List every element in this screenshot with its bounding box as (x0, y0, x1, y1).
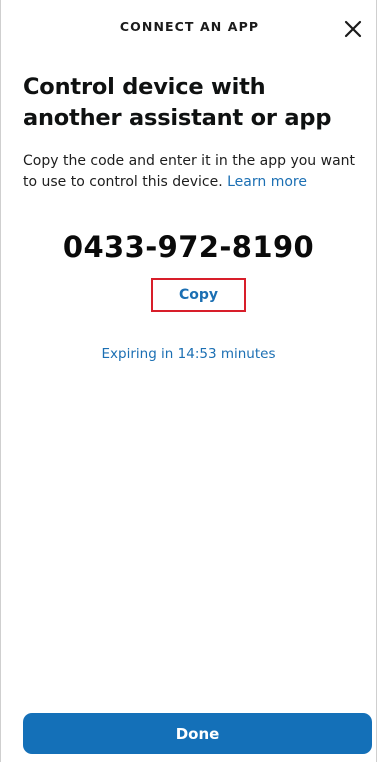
learn-more-link[interactable]: Learn more (227, 174, 307, 190)
expiry-timer: Expiring in 14:53 minutes (101, 346, 276, 362)
done-button[interactable]: Done (23, 713, 372, 754)
header: CONNECT AN APP (1, 0, 377, 58)
header-title: CONNECT AN APP (119, 19, 260, 34)
close-button[interactable] (337, 13, 369, 45)
close-icon (344, 20, 362, 38)
page-title: Control device with another assistant or… (23, 74, 332, 131)
connect-app-screen: CONNECT AN APP Control device with anoth… (0, 0, 377, 762)
connection-code: 0433-972-8190 (62, 230, 315, 264)
copy-button[interactable]: Copy (151, 278, 246, 312)
description: Copy the code and enter it in the app yo… (23, 151, 358, 193)
